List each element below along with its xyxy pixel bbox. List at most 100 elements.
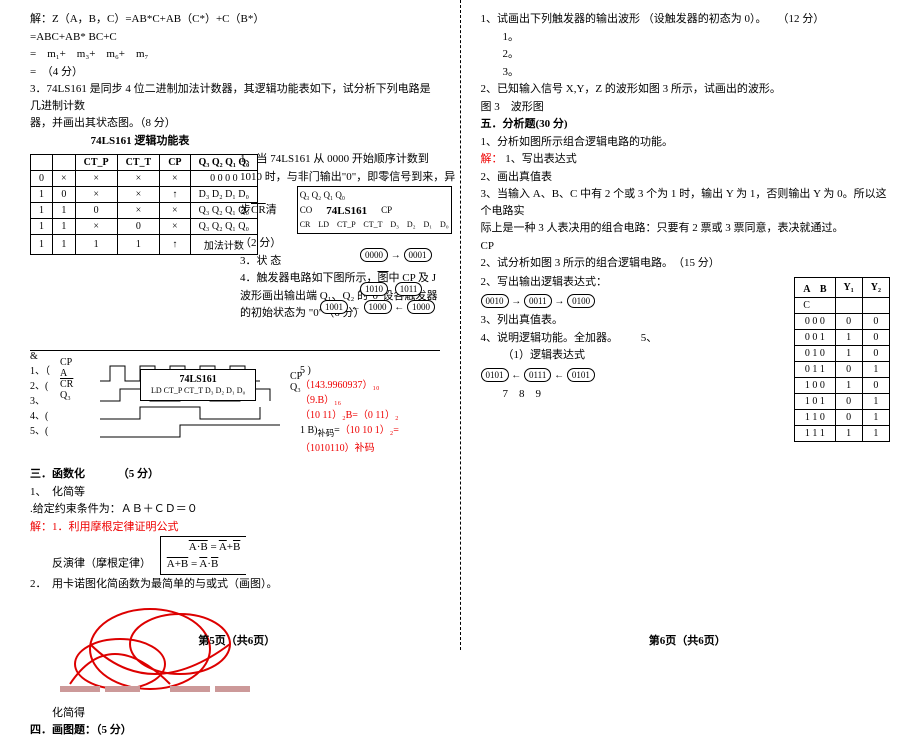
ic-label: 74LS161	[326, 203, 367, 220]
cell: ↑	[160, 235, 190, 255]
cell: 1	[31, 219, 53, 235]
state-node-overlay: 0000 → 0001	[360, 248, 432, 262]
simplify-1: 1、 化简等	[30, 484, 440, 501]
solution-line-3: = m₁+ m₃+ m₆+ m₇	[30, 46, 440, 63]
state-node-overlay-2: 1010 1011	[360, 282, 422, 296]
cell: ×	[75, 171, 117, 187]
cell: 1	[862, 361, 889, 377]
cell: 1	[862, 393, 889, 409]
cell: ×	[75, 219, 117, 235]
arrow-icon: →	[554, 296, 564, 307]
cell: 1	[862, 425, 889, 441]
r-a1-step3: 3、当输入 A、B、C 中有 2 个或 3 个为 1 时，输出 Y 为 1，否则…	[481, 186, 891, 219]
cell: ×	[160, 203, 190, 219]
state-node: 0101	[567, 368, 595, 382]
waveform-circuit-area: & 1、（ 2、( 3、 4、( 5、( CP A CR Q₃	[30, 350, 440, 465]
state-node: 0111	[524, 368, 551, 382]
solution-line-2: =ABC+AB* BC+C	[30, 29, 440, 46]
table-title: 74LS161 逻辑功能表	[30, 133, 250, 150]
r-a2-step2: 3、列出真值表。	[481, 312, 789, 329]
r-sol-label: 解：	[481, 153, 503, 165]
constraint-line: .给定约束条件为：ＡＢ＋ＣＤ＝０	[30, 501, 440, 518]
conv-2: （9.B）₁₆	[300, 391, 440, 406]
state-node-overlay-3: 1001 ← 1000 ← 1000	[320, 300, 435, 314]
state-diagram-row2: 0101 ← 0111 ← 0101	[481, 368, 789, 382]
wave-cp-label: CP	[60, 357, 73, 368]
cell: 1	[31, 187, 53, 203]
arrow-icon: ←	[554, 370, 564, 381]
r-a2-arrow: 7 8 9	[481, 386, 789, 403]
r-problem-1: 1、试画出下列触发器的输出波形 （设触发器的初态为 0）。 （12 分）	[481, 11, 891, 28]
r-a1-step3b: 际上是一种 3 人表决用的组合电路：只要有 2 票或 3 票同意，表决就通过。	[481, 220, 891, 237]
cell: 0	[835, 361, 862, 377]
cell: ×	[160, 219, 190, 235]
r-a2-step3: 4、说明逻辑功能。全加器。	[481, 332, 619, 344]
page-footer-left: 第5页（共6页）	[30, 632, 444, 648]
kmap-scribble	[30, 594, 280, 704]
ic-pins-top: Q₃ Q₂ Q₁ Q₀	[300, 189, 449, 203]
analysis-1b: 1010 时，与非门输出"0"，即零信号到来，异	[240, 169, 480, 186]
state-diagram: 0010 → 0011 → 0100	[481, 294, 789, 308]
problem-3-text: 3．74LS161 是同步 4 位二进制加法计数器，其逻辑功能表如下，试分析下列…	[30, 81, 440, 114]
cell: ×	[53, 171, 76, 187]
state-node: 0100	[567, 294, 595, 308]
conv-4: （10 10 1）₂=（1010110）补码	[300, 425, 399, 454]
r-a1-cp: CP	[481, 238, 891, 255]
col-ctp: CT_P	[75, 155, 117, 171]
cell: 0	[117, 219, 160, 235]
r-a2-step1: 2、写出输出逻辑表达式：	[481, 274, 789, 291]
cell: 0	[835, 409, 862, 425]
cell: 1 0 1	[795, 393, 835, 409]
solution-label: 解：1．利用摩根定律证明公式	[30, 521, 179, 533]
simplify-2: 2． 用卡诺图化简函数为最简单的与或式（画图）。	[30, 576, 440, 593]
cell: 0	[862, 345, 889, 361]
cell: 1 0 0	[795, 377, 835, 393]
r-p2a: 图 3 波形图	[481, 99, 891, 116]
section-3-score: （5 分）	[118, 468, 159, 480]
logic-function-table: CT_P CT_T CP Q₃ Q₂ Q₁ Q₀ 0××××0 0 0 0 10…	[30, 154, 258, 255]
simplify-result: 化简得	[30, 705, 440, 722]
state-node: 0011	[524, 294, 552, 308]
cell: 1	[31, 203, 53, 219]
r-a2-num: 5、	[641, 332, 658, 344]
section-3-title: 三．函数化	[30, 468, 85, 480]
arrow-icon: →	[511, 296, 521, 307]
cell: 1	[75, 235, 117, 255]
th-ab: A B	[795, 277, 835, 297]
r-a1-step2: 2、画出真值表	[481, 169, 891, 186]
cell: 0	[862, 377, 889, 393]
cell: 1	[835, 329, 862, 345]
section-4-title: 四．画图题：（5 分）	[30, 724, 132, 736]
conv-3: （10 11）₂B=（0 11）₂	[300, 410, 399, 421]
conv-1: （143.9960937）₁₀	[300, 376, 440, 391]
cell: 1	[117, 235, 160, 255]
cell: 1	[862, 409, 889, 425]
cell: 0	[835, 393, 862, 409]
r-a2-step3b: （1）逻辑表达式	[481, 347, 789, 364]
th-c: C	[795, 297, 835, 313]
cell: 1	[835, 377, 862, 393]
cell: 0	[53, 187, 76, 203]
cell: ×	[75, 187, 117, 203]
solution-line-4: = （4 分）	[30, 64, 440, 81]
analysis-1c: 步CR清	[240, 202, 277, 219]
ic-pins-bottom: CR LD CT_P CT_T D₃ D₂ D₁ D₀	[300, 219, 449, 231]
cell: ↑	[160, 187, 190, 203]
cell: 0 1 1	[795, 361, 835, 377]
cell: ×	[160, 171, 190, 187]
cell: 0 0 0	[795, 313, 835, 329]
cell: 1 1 0	[795, 409, 835, 425]
arrow-icon: ←	[511, 370, 521, 381]
r-analysis-1: 1、分析如图所示组合逻辑电路的功能。	[481, 134, 891, 151]
demorgan-eq-2: A+B	[167, 558, 188, 570]
truth-table: A B Y₁ Y₂ C 0 0 000 0 0 110 0 1 010 0 1 …	[794, 277, 890, 442]
cell: 0	[862, 313, 889, 329]
cell: 1	[53, 203, 76, 219]
col-ctt: CT_T	[117, 155, 160, 171]
page-footer-right: 第6页（共6页）	[481, 632, 895, 648]
state-node: 0010	[481, 294, 509, 308]
demorgan-label: 反演律（摩根定律）	[52, 558, 151, 570]
demorgan-eq-1: A·B	[189, 541, 208, 553]
binary-conversions: 5 ) （143.9960937）₁₀ （9.B）₁₆ （10 11）₂B=（0…	[300, 365, 440, 454]
cell: 0 1 0	[795, 345, 835, 361]
